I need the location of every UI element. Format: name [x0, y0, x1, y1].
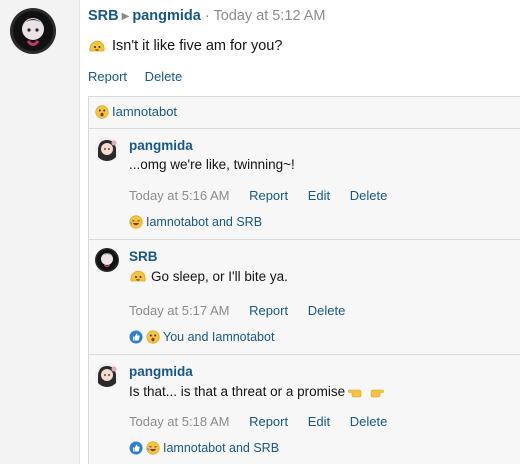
- reply-text: Is that... is that a threat or a promise: [129, 383, 384, 399]
- reply-item: SRB Go sleep, or I'll bite ya. Today at …: [89, 239, 520, 354]
- reply-footer: Today at 5:18 AM Report Edit Delete: [129, 414, 403, 429]
- reply-item: pangmida Is that... is that a threat or …: [89, 354, 520, 464]
- reactions-text: Iamnotabot and SRB: [163, 441, 280, 455]
- report-button[interactable]: Report: [249, 303, 288, 318]
- avatar-srb[interactable]: [95, 248, 119, 272]
- blob-emoji-icon: [129, 267, 147, 285]
- replies-panel: Iamnotabot pangmida ...omg we're like, t…: [88, 96, 520, 464]
- report-button[interactable]: Report: [249, 188, 288, 203]
- reactions-text: Iamnotabot and SRB: [146, 215, 263, 229]
- message-header: SRB ▶ pangmida · Today at 5:12 AM: [88, 8, 326, 24]
- reply-time: Today at 5:17 AM: [129, 303, 230, 318]
- message-body: Isn't it like five am for you?: [88, 37, 282, 55]
- message-text: Isn't it like five am for you?: [112, 38, 283, 54]
- avatar-srb[interactable]: [10, 8, 56, 54]
- delete-button[interactable]: Delete: [145, 69, 183, 84]
- reply-reactions[interactable]: Iamnotabot and SRB: [129, 441, 279, 455]
- reply-author[interactable]: SRB: [129, 249, 158, 264]
- thumbs-up-icon: [129, 330, 143, 344]
- reply-author[interactable]: pangmida: [129, 364, 193, 379]
- thumbs-up-icon: [129, 441, 143, 455]
- edit-button[interactable]: Edit: [308, 188, 330, 203]
- left-gutter: [0, 0, 80, 464]
- recipient-name[interactable]: pangmida: [132, 8, 200, 24]
- laughing-emoji-icon: [146, 441, 160, 455]
- reply-time: Today at 5:18 AM: [129, 414, 230, 429]
- reply-reactions[interactable]: Iamnotabot and SRB: [129, 215, 262, 229]
- message-time: Today at 5:12 AM: [213, 8, 326, 24]
- report-button[interactable]: Report: [249, 414, 288, 429]
- delete-button[interactable]: Delete: [350, 414, 388, 429]
- header-separator: ·: [204, 8, 210, 24]
- message-actions: Report Delete: [88, 69, 196, 84]
- surprised-emoji-icon: [95, 104, 109, 119]
- reply-time: Today at 5:16 AM: [129, 188, 230, 203]
- delete-button[interactable]: Delete: [350, 188, 388, 203]
- author-name[interactable]: SRB: [88, 8, 119, 24]
- reply-text: ...omg we're like, twinning~!: [129, 157, 295, 172]
- reply-text-content: ...omg we're like, twinning~!: [129, 157, 295, 172]
- reply-text-content: Go sleep, or I'll bite ya.: [151, 268, 288, 284]
- recipient-arrow-icon: ▶: [121, 11, 130, 22]
- report-button[interactable]: Report: [88, 69, 127, 84]
- laughing-emoji-icon: [129, 215, 143, 229]
- reply-item: pangmida ...omg we're like, twinning~! T…: [89, 128, 520, 239]
- conversation-page: SRB ▶ pangmida · Today at 5:12 AM Isn't it…: [0, 0, 520, 464]
- reply-footer: Today at 5:16 AM Report Edit Delete: [129, 188, 403, 203]
- reply-text-content: Is that... is that a threat or a promise: [129, 383, 346, 399]
- delete-button[interactable]: Delete: [308, 303, 346, 318]
- avatar-pangmida[interactable]: [95, 137, 119, 161]
- edit-button[interactable]: Edit: [308, 414, 330, 429]
- reply-author[interactable]: pangmida: [129, 138, 193, 153]
- reply-reactions[interactable]: You and Iamnotabot: [129, 330, 274, 344]
- blob-emoji-icon: [88, 37, 106, 55]
- message-reactions[interactable]: Iamnotabot: [95, 104, 177, 119]
- reactions-text: Iamnotabot: [112, 104, 178, 119]
- reply-text: Go sleep, or I'll bite ya.: [129, 267, 288, 285]
- reply-footer: Today at 5:17 AM Report Delete: [129, 303, 361, 318]
- avatar-pangmida[interactable]: [95, 363, 119, 387]
- reactions-text: You and Iamnotabot: [163, 330, 275, 344]
- pointing-hands-icon: [348, 383, 384, 399]
- surprised-emoji-icon: [146, 330, 160, 344]
